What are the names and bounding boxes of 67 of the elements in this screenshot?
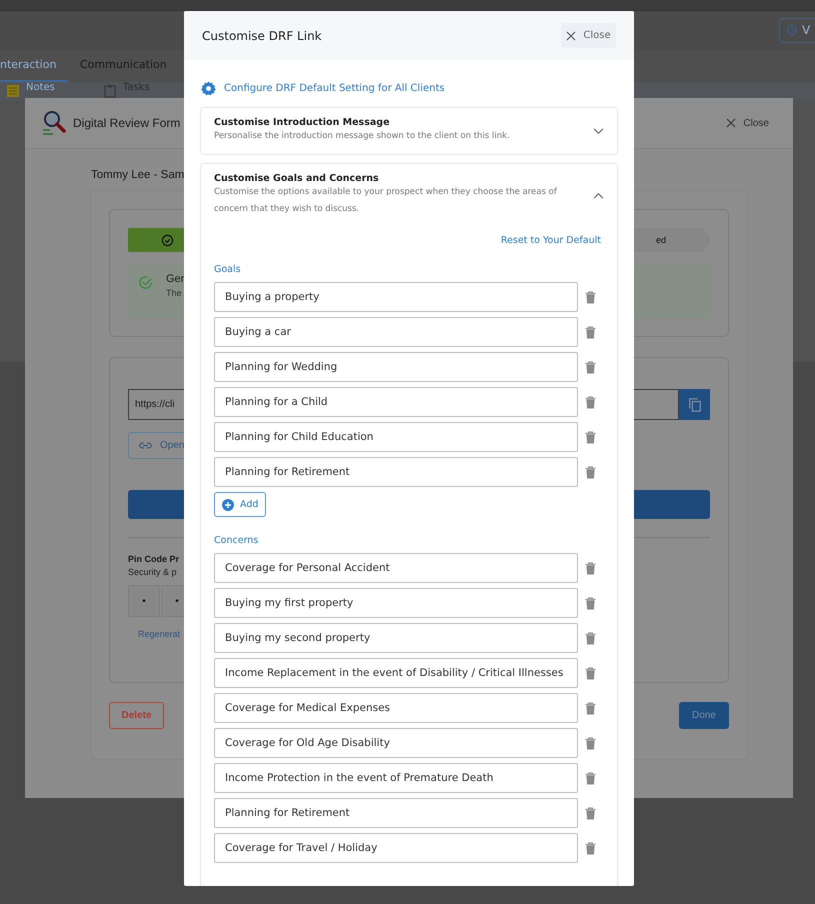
add-button[interactable]: Add (214, 492, 266, 517)
delete-icon[interactable] (585, 596, 596, 610)
pin-subtitle: Security & p (128, 567, 177, 577)
check-circle-icon (161, 234, 174, 246)
section-title: Customise Introduction Message (214, 117, 391, 128)
concern-field[interactable]: Coverage for Old Age Disability (214, 728, 578, 758)
concern-field[interactable]: Coverage for Medical Expenses (214, 693, 578, 723)
concern-field[interactable]: Coverage for Personal Accident (214, 553, 578, 583)
delete-icon[interactable] (585, 772, 596, 784)
goal-field[interactable]: Planning for Child Education (214, 422, 578, 452)
accordion-header[interactable]: Customise Goals and Concerns Customise the options available to your prospect when they choose the areas of concern that they wish to discuss. (201, 164, 617, 227)
pin-digit-field[interactable]: • (128, 585, 160, 617)
copy-icon (688, 396, 702, 412)
delete-icon[interactable] (585, 396, 596, 408)
delete-icon[interactable] (585, 702, 596, 714)
concern-field[interactable]: Buying my first property (214, 588, 578, 618)
concerns-label: Concerns (214, 535, 260, 546)
close-button[interactable]: Close (561, 23, 616, 48)
delete-icon[interactable] (585, 466, 596, 478)
close-button[interactable]: Close (720, 116, 775, 130)
notice-title: Ger (166, 273, 184, 285)
check-circle-icon (138, 275, 153, 290)
pin-title: Pin Code Pr (128, 554, 180, 564)
concern-field[interactable]: Income Protection in the event of Premature Death (214, 763, 578, 793)
delete-icon[interactable] (585, 736, 596, 750)
configure-link[interactable]: Configure DRF Default Setting for All Clients (201, 78, 617, 98)
notes-icon (6, 84, 20, 98)
concern-field[interactable]: Income Replacement in the event of Disability / Critical Illnesses (214, 658, 578, 688)
chevron-down-icon (593, 128, 604, 134)
delete-icon[interactable] (585, 562, 596, 574)
plus-circle-icon (222, 498, 234, 510)
chevron-up-icon (593, 192, 604, 199)
delete-icon[interactable] (585, 290, 596, 304)
notice-text: The (166, 288, 183, 298)
concern-field[interactable]: Planning for Retirement (214, 798, 578, 828)
accordion-header[interactable]: Customise Introduction Message Personalise the introduction message shown to the client on this link. (201, 108, 617, 154)
section-description: Personalise the introduction message shown to the client on this link. (214, 130, 511, 143)
clipboard-icon (102, 84, 117, 98)
goal-field[interactable]: Planning for Wedding (214, 352, 578, 382)
history-button[interactable]: V (779, 18, 815, 42)
concern-field[interactable]: Buying my second property (214, 623, 578, 653)
magnifier-logo-icon (42, 110, 68, 136)
close-icon (726, 118, 736, 128)
goals-label: Goals (214, 264, 242, 275)
delete-icon[interactable] (585, 842, 596, 854)
delete-icon[interactable] (585, 360, 596, 374)
client-name: Tommy Lee - Sam (90, 169, 184, 183)
goal-field[interactable]: Planning for a Child (214, 387, 578, 417)
copy-button[interactable] (679, 389, 710, 420)
link-icon (139, 441, 152, 450)
delete-icon[interactable] (585, 326, 596, 338)
section-title: Customise Goals and Concerns (214, 173, 380, 184)
goal-field[interactable]: Buying a property (214, 282, 578, 312)
goal-field[interactable]: Planning for Retirement (214, 457, 578, 487)
close-icon (566, 30, 576, 40)
reset-link[interactable]: Reset to Your Default (500, 235, 601, 246)
dialog-title: Customise DRF Link (202, 28, 322, 42)
history-icon (786, 24, 798, 36)
settings-icon (201, 80, 216, 96)
concern-field[interactable]: Coverage for Travel / Holiday (214, 833, 578, 863)
delete-icon[interactable] (585, 806, 596, 820)
modal-title: Digital Review Form (73, 116, 180, 130)
section-description: Customise the options available to your prospect when they choose the areas of concern that they wish to discuss. (214, 186, 558, 216)
delete-icon[interactable] (585, 430, 596, 444)
delete-icon[interactable] (585, 666, 596, 680)
goal-field[interactable]: Buying a car (214, 317, 578, 347)
delete-icon[interactable] (585, 632, 596, 644)
